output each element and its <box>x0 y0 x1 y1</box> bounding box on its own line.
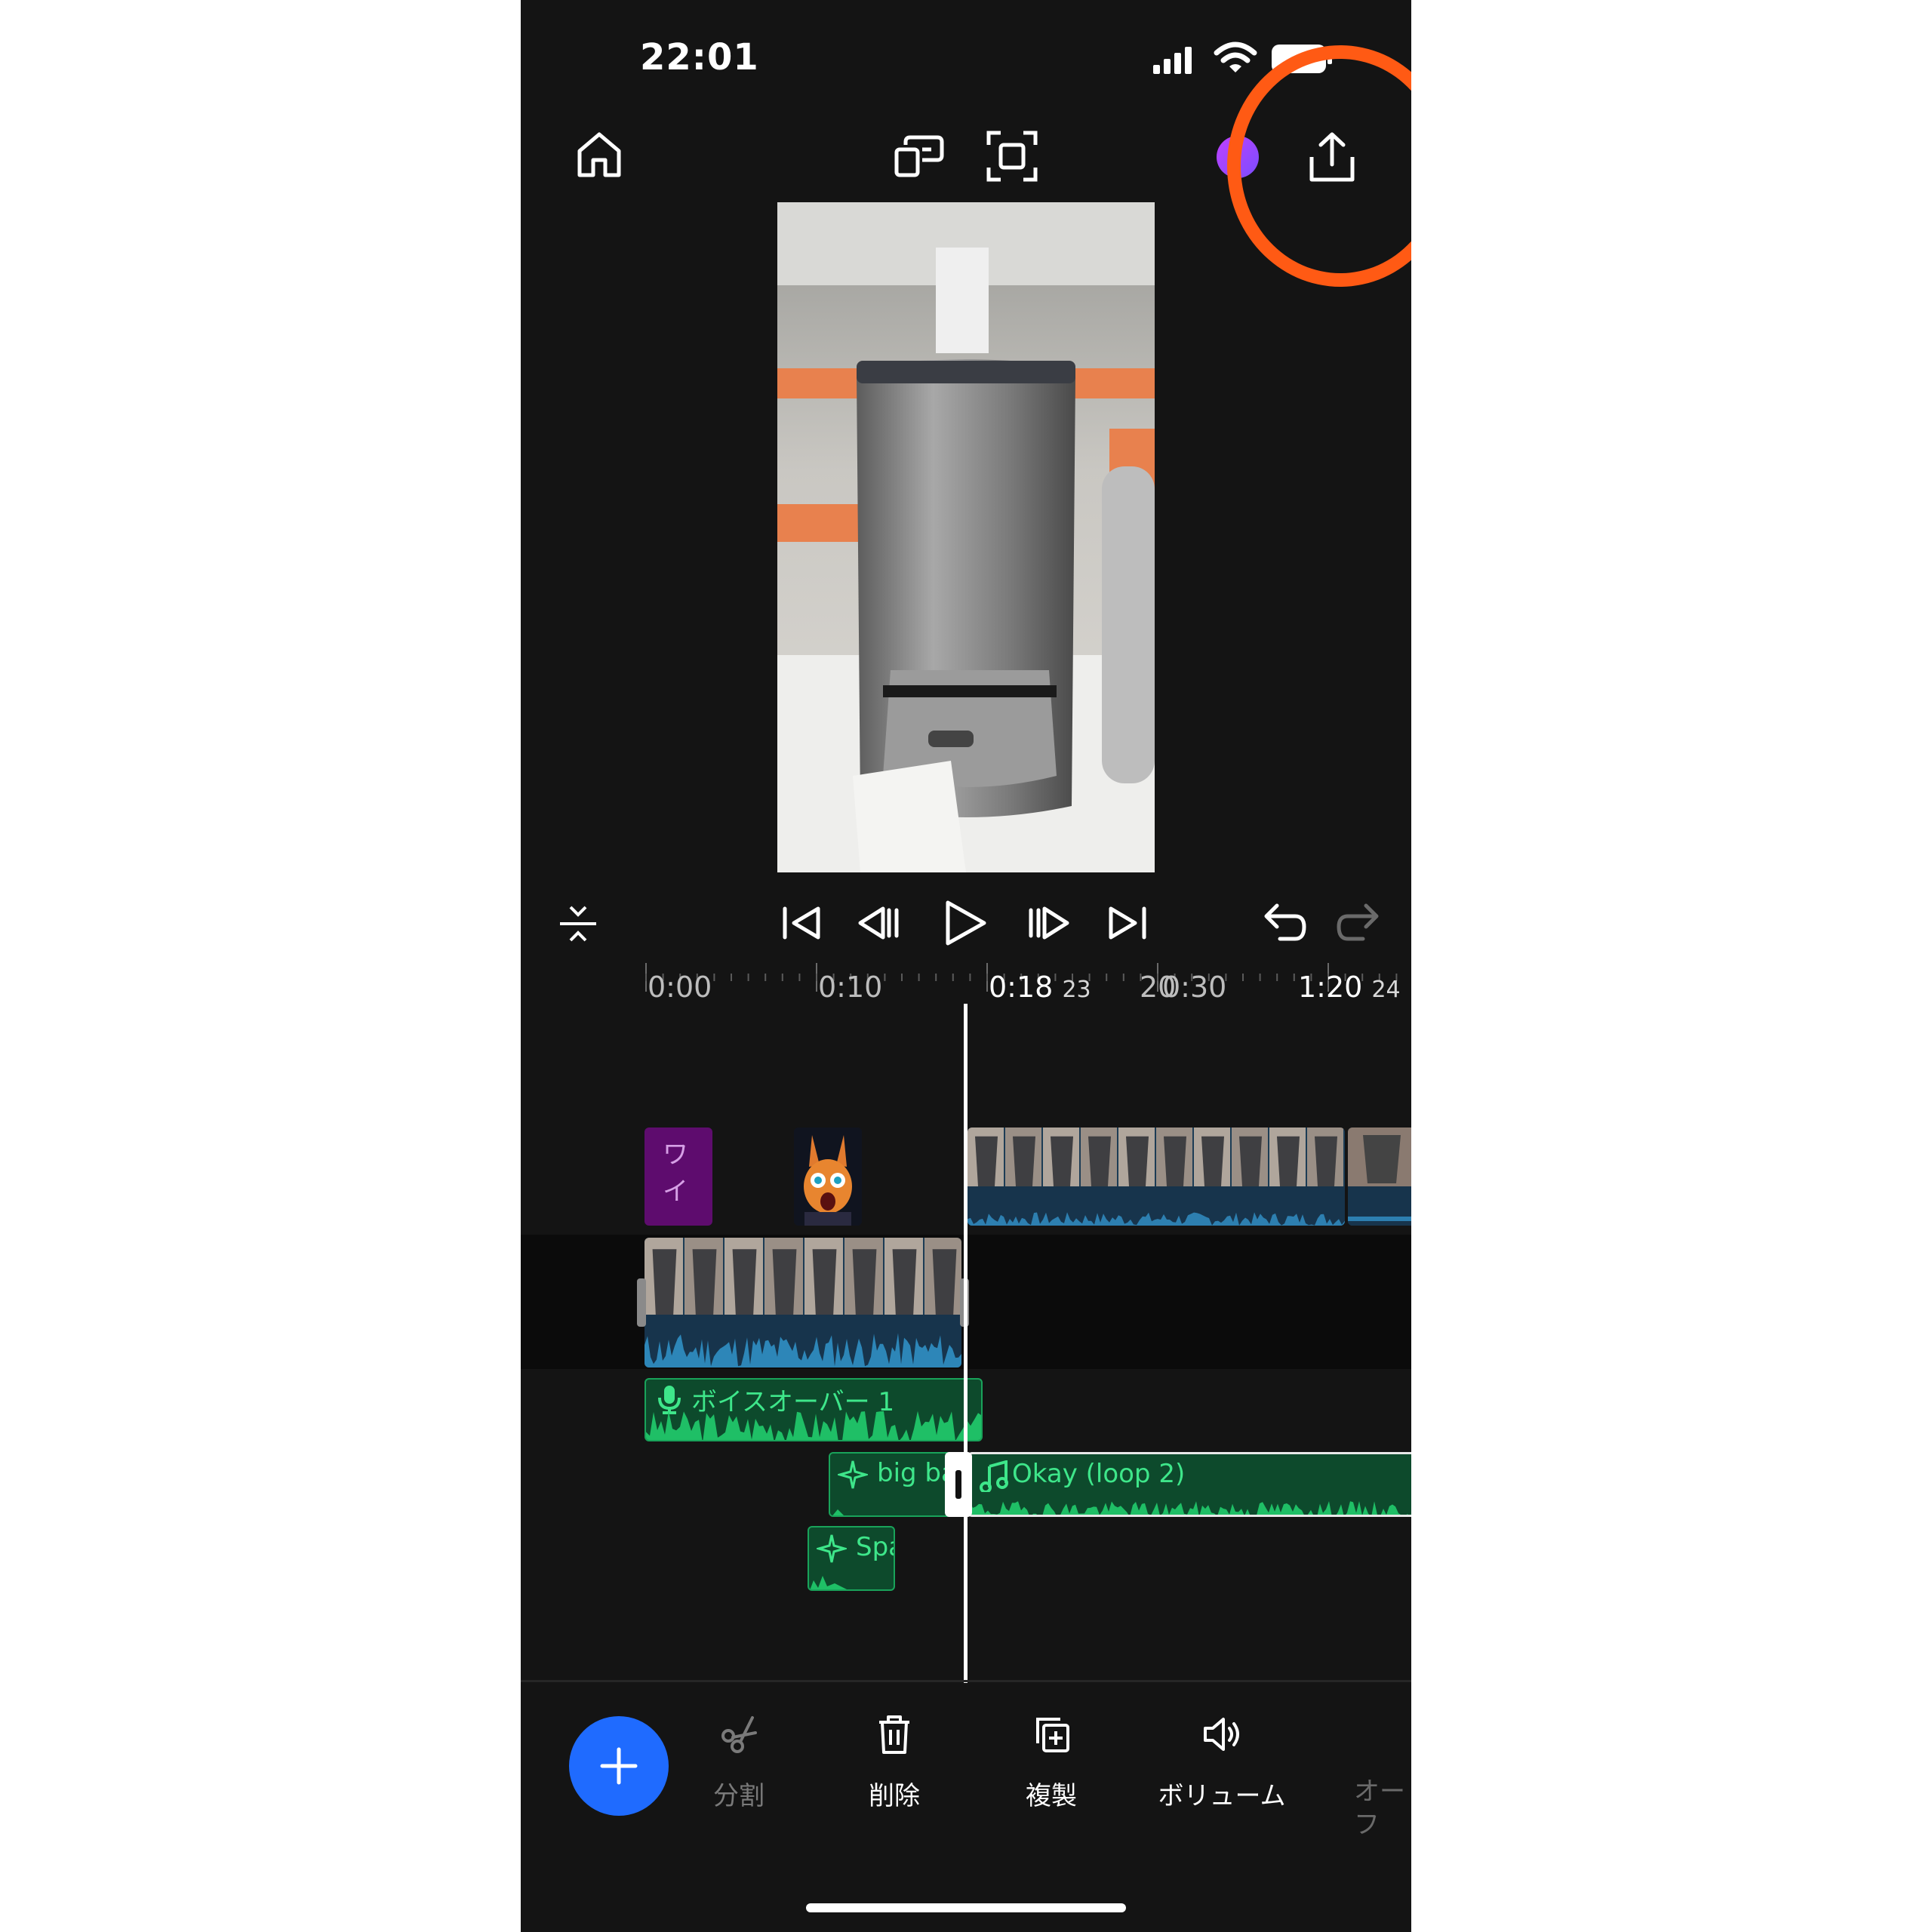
sound-effect-clip-2[interactable]: Spa <box>808 1526 895 1591</box>
rabbit-sticker-icon <box>794 1128 862 1226</box>
sound-effect-2-waveform <box>810 1576 847 1589</box>
ruler-label-30: 0:30 <box>1162 971 1227 1004</box>
audio-trim-handle[interactable] <box>945 1452 972 1517</box>
playhead-time: 0:18 23 <box>989 971 1091 1004</box>
status-time: 22:01 <box>640 36 759 78</box>
main-clip-thumbnails <box>645 1238 961 1367</box>
cellular-signal-icon <box>1153 47 1192 74</box>
sparkle-icon <box>838 1460 868 1489</box>
sparkle-icon <box>817 1534 847 1563</box>
volume-label: ボリューム <box>1158 1781 1286 1811</box>
preview-frame-image <box>777 202 1155 872</box>
toolbar-divider <box>521 1680 1411 1682</box>
highlight-circle <box>1227 45 1411 287</box>
skip-to-start-icon[interactable] <box>780 904 824 942</box>
music-waveform <box>970 1501 1411 1515</box>
music-label: Okay (loop 2) <box>1012 1459 1186 1489</box>
collapse-timeline-icon[interactable] <box>555 903 601 945</box>
split-button[interactable]: 分割 <box>682 1713 795 1812</box>
sound-effect-clip[interactable]: big ba <box>829 1452 961 1517</box>
step-forward-icon[interactable] <box>1028 904 1072 942</box>
sound-effect-waveform <box>832 1509 844 1515</box>
overlay-video-clip-2[interactable] <box>1348 1128 1411 1226</box>
duplicate-label: 複製 <box>1026 1781 1077 1811</box>
trash-icon <box>879 1715 909 1754</box>
duplicate-icon <box>1036 1718 1069 1752</box>
play-icon[interactable] <box>940 898 989 948</box>
music-clip[interactable]: Okay (loop 2) <box>968 1452 1411 1517</box>
video-preview[interactable] <box>777 202 1155 872</box>
voiceover-waveform <box>646 1411 981 1440</box>
delete-label: 削除 <box>869 1781 920 1811</box>
split-label: 分割 <box>713 1781 764 1811</box>
redo-icon[interactable] <box>1336 900 1381 945</box>
main-video-clip[interactable] <box>645 1238 961 1367</box>
sticker-clip[interactable] <box>794 1128 862 1226</box>
fit-screen-icon[interactable] <box>986 130 1038 183</box>
playhead[interactable] <box>964 1004 968 1683</box>
duplicate-button[interactable]: 複製 <box>995 1713 1108 1812</box>
step-back-icon[interactable] <box>856 904 900 942</box>
delete-button[interactable]: 削除 <box>838 1713 951 1812</box>
undo-icon[interactable] <box>1262 900 1307 945</box>
phone-screen: 22:01 0:00 0:10 0:18 23 20 0:30 1:20 24 … <box>521 0 1411 1932</box>
skip-to-end-icon[interactable] <box>1105 904 1149 942</box>
volume-button[interactable]: ボリューム <box>1150 1713 1294 1812</box>
audio-tool-partial-label[interactable]: オーフ <box>1354 1775 1411 1841</box>
sound-effect-2-label: Spa <box>856 1532 894 1562</box>
total-duration: 1:20 24 <box>1298 971 1401 1004</box>
speaker-icon <box>1204 1718 1239 1751</box>
plus-icon <box>600 1747 638 1785</box>
overlay-video-clip[interactable] <box>968 1128 1345 1226</box>
voiceover-clip[interactable]: ボイスオーバー 1 <box>645 1378 983 1441</box>
title-clip-text: ワイ <box>663 1140 688 1207</box>
overlay-clip-2-thumbnail <box>1348 1128 1411 1226</box>
home-indicator <box>806 1903 1126 1912</box>
home-icon[interactable] <box>574 128 625 180</box>
aspect-ratio-icon[interactable] <box>894 133 945 178</box>
wifi-icon <box>1214 42 1257 72</box>
clip-trim-handle-left[interactable] <box>637 1278 646 1327</box>
ruler-label-0: 0:00 <box>648 971 712 1004</box>
overlay-clip-thumbnails <box>968 1128 1345 1226</box>
ruler-label-10: 0:10 <box>818 971 883 1004</box>
scissors-icon <box>721 1716 757 1753</box>
add-button[interactable] <box>569 1716 669 1816</box>
title-clip[interactable]: ワイ <box>645 1128 712 1226</box>
